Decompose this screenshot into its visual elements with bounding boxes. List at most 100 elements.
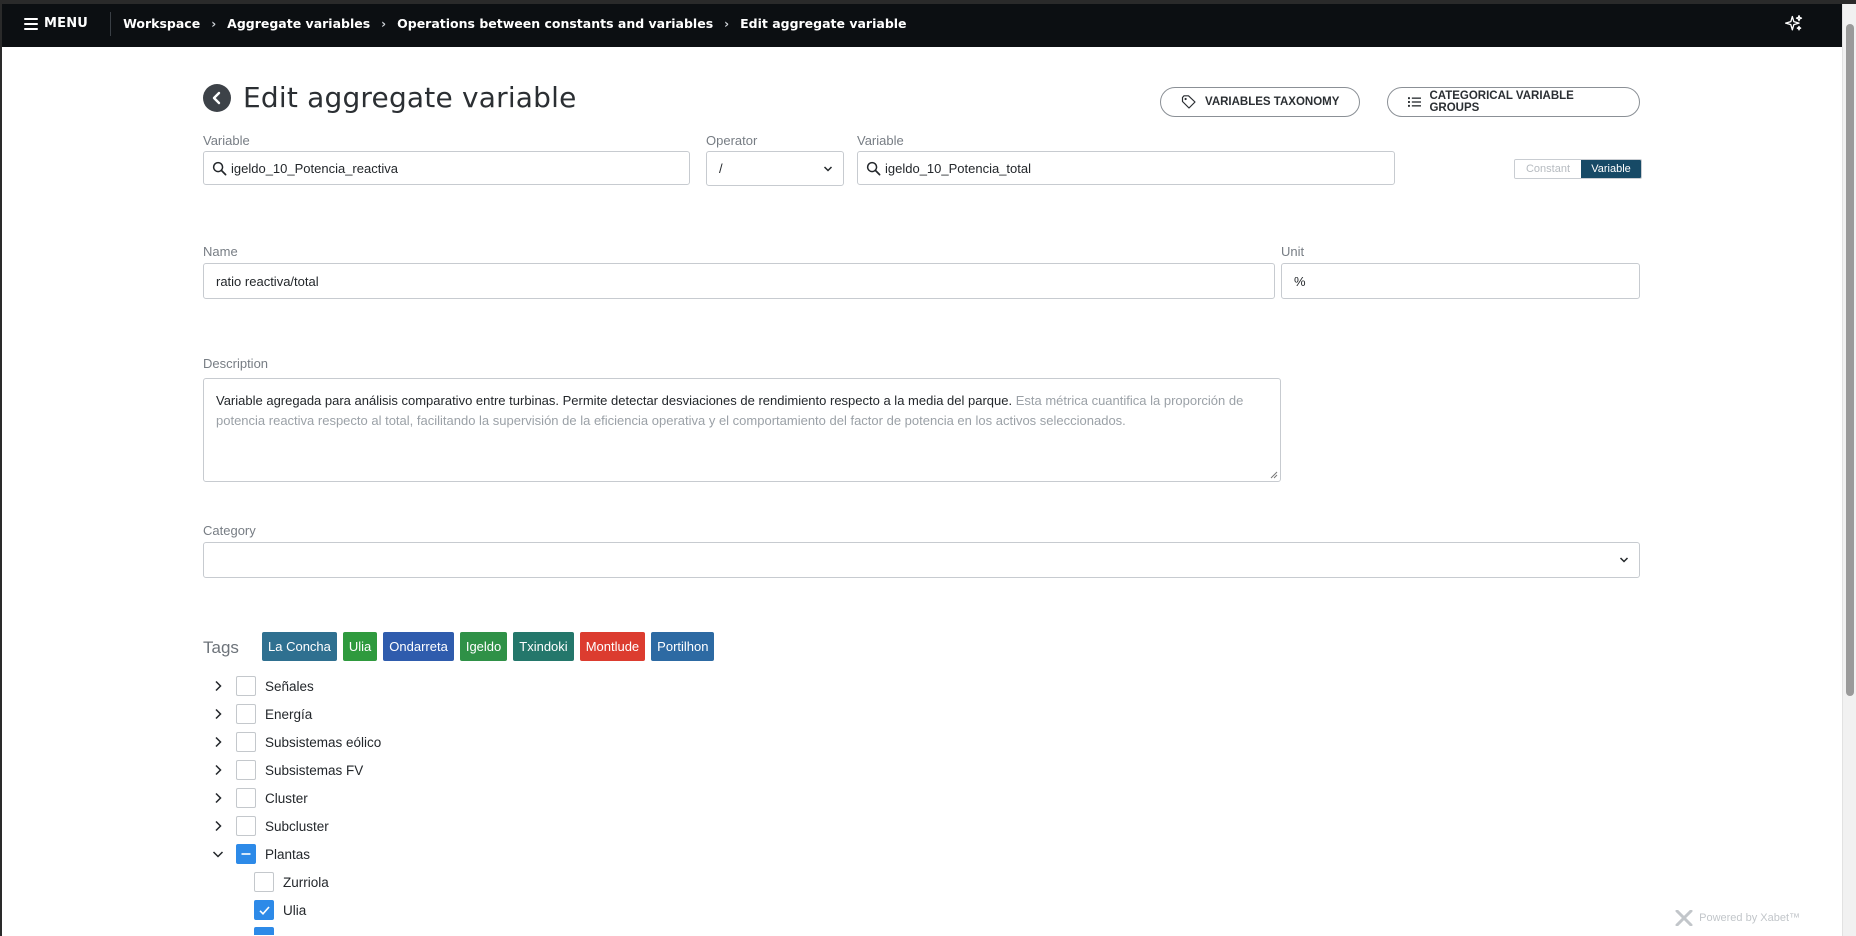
tree-item-label: Zurriola	[283, 874, 329, 890]
chevron-down-icon	[1619, 557, 1629, 563]
tree-checkbox-checked[interactable]	[254, 927, 274, 935]
search-icon	[212, 161, 227, 175]
tag-icon	[1181, 95, 1196, 109]
sparkles-icon[interactable]	[1784, 14, 1804, 34]
tag-igeldo[interactable]: Igeldo	[459, 632, 508, 661]
category-label: Category	[203, 523, 256, 538]
page-header: Edit aggregate variable	[203, 81, 577, 114]
tag-ondarreta[interactable]: Ondarreta	[383, 632, 454, 661]
tree-item-label: Subsistemas eólico	[265, 734, 382, 750]
tree-item-label: Subsistemas FV	[265, 762, 364, 778]
chevron-right-icon: ›	[211, 16, 217, 31]
tree-checkbox[interactable]	[236, 704, 256, 724]
tree-checkbox[interactable]	[236, 816, 256, 836]
tag-montlude[interactable]: Montlude	[579, 632, 646, 661]
variable2-input[interactable]	[881, 152, 1394, 184]
tree-item-ulia: Ulia	[254, 899, 306, 921]
unit-label: Unit	[1281, 244, 1305, 259]
vertical-scrollbar[interactable]	[1842, 4, 1856, 936]
checkmark-icon	[258, 905, 270, 915]
variable1-label: Variable	[203, 133, 250, 148]
list-icon	[1408, 97, 1422, 107]
breadcrumb-operations[interactable]: Operations between constants and variabl…	[397, 16, 713, 31]
variable1-search-input[interactable]	[203, 151, 690, 185]
page-title: Edit aggregate variable	[243, 81, 577, 114]
tree-item-label: Ulia	[283, 902, 307, 918]
back-button[interactable]	[203, 83, 231, 112]
xabet-logo-icon	[1675, 910, 1693, 926]
menu-label: MENU	[44, 16, 89, 31]
tag-la-concha[interactable]: La Concha	[262, 632, 337, 661]
chevron-down-icon	[823, 165, 833, 172]
chevron-down-icon[interactable]	[211, 847, 225, 861]
operator-label: Operator	[706, 133, 758, 148]
description-textarea[interactable]: Variable agregada para análisis comparat…	[203, 378, 1281, 482]
tree-item-energia: Energía	[211, 703, 312, 725]
chevron-right-icon[interactable]	[211, 763, 225, 777]
tree-item-label: Señales	[265, 678, 314, 694]
chevron-right-icon[interactable]	[211, 735, 225, 749]
name-field[interactable]	[203, 263, 1275, 299]
scrollbar-thumb[interactable]	[1846, 24, 1854, 696]
tree-item-label: Plantas	[265, 846, 311, 862]
unit-field[interactable]	[1281, 263, 1640, 299]
powered-by: Powered by Xabet™	[1675, 910, 1800, 926]
unit-input[interactable]	[1282, 264, 1639, 298]
tree-item-label: Subcluster	[265, 818, 329, 834]
toggle-constant[interactable]: Constant	[1515, 160, 1581, 178]
tree-checkbox[interactable]	[236, 760, 256, 780]
tag-txindoki[interactable]: Txindoki	[513, 632, 574, 661]
breadcrumb-aggregate-variables[interactable]: Aggregate variables	[227, 16, 370, 31]
operator-value: /	[719, 161, 723, 176]
tree-checkbox[interactable]	[236, 732, 256, 752]
hamburger-icon	[24, 17, 38, 30]
category-select[interactable]	[203, 542, 1640, 578]
search-icon	[866, 161, 881, 175]
name-input[interactable]	[204, 264, 1274, 298]
tree-checkbox[interactable]	[254, 872, 274, 892]
tree-checkbox-checked[interactable]	[254, 900, 274, 920]
arrow-left-icon	[212, 91, 221, 104]
name-label: Name	[203, 244, 238, 259]
tree-checkbox[interactable]	[236, 788, 256, 808]
constant-variable-toggle: Constant Variable	[1514, 159, 1642, 179]
toggle-variable[interactable]: Variable	[1581, 160, 1641, 178]
top-navigation-bar: MENU Workspace › Aggregate variables › O…	[0, 0, 1842, 47]
menu-button[interactable]: MENU	[24, 11, 112, 36]
categorical-variable-groups-button[interactable]: CATEGORICAL VARIABLE GROUPS	[1387, 87, 1640, 117]
tags-list: La Concha Ulia Ondarreta Igeldo Txindoki…	[262, 632, 715, 661]
breadcrumb-workspace[interactable]: Workspace	[123, 16, 200, 31]
tags-label: Tags	[203, 638, 239, 657]
chevron-right-icon[interactable]	[211, 707, 225, 721]
chevron-right-icon[interactable]	[211, 679, 225, 693]
description-label: Description	[203, 356, 269, 371]
powered-by-label: Powered by Xabet™	[1699, 912, 1800, 924]
description-text: Variable agregada para análisis comparat…	[216, 393, 1013, 408]
variable2-search-input[interactable]	[857, 151, 1395, 185]
chevron-right-icon: ›	[724, 16, 730, 31]
breadcrumb: Workspace › Aggregate variables › Operat…	[123, 16, 906, 31]
tree-item-label: Energía	[265, 706, 313, 722]
tree-item-subcluster: Subcluster	[211, 815, 329, 837]
chevron-right-icon[interactable]	[211, 819, 225, 833]
chevron-right-icon: ›	[381, 16, 387, 31]
tree-checkbox-partial[interactable]	[236, 844, 256, 864]
tree-item-cluster: Cluster	[211, 787, 308, 809]
variable1-input[interactable]	[227, 152, 689, 184]
operator-select[interactable]: /	[706, 151, 844, 186]
tree-item-zurriola: Zurriola	[254, 871, 329, 893]
tag-ulia[interactable]: Ulia	[342, 632, 378, 661]
variables-taxonomy-button[interactable]: VARIABLES TAXONOMY	[1160, 87, 1361, 117]
chevron-right-icon[interactable]	[211, 791, 225, 805]
tree-item-plantas: Plantas	[211, 843, 310, 865]
minus-icon	[241, 853, 251, 855]
tree-item-partial	[254, 927, 283, 935]
tree-item-subsistemas-fv: Subsistemas FV	[211, 759, 363, 781]
tree-checkbox[interactable]	[236, 676, 256, 696]
tag-portilhon[interactable]: Portilhon	[651, 632, 715, 661]
tree-item-senales: Señales	[211, 675, 314, 697]
resize-handle-icon[interactable]	[1270, 471, 1278, 479]
breadcrumb-current-page: Edit aggregate variable	[740, 16, 907, 31]
variables-taxonomy-label: VARIABLES TAXONOMY	[1205, 96, 1340, 108]
tree-item-label: Cluster	[265, 790, 308, 806]
